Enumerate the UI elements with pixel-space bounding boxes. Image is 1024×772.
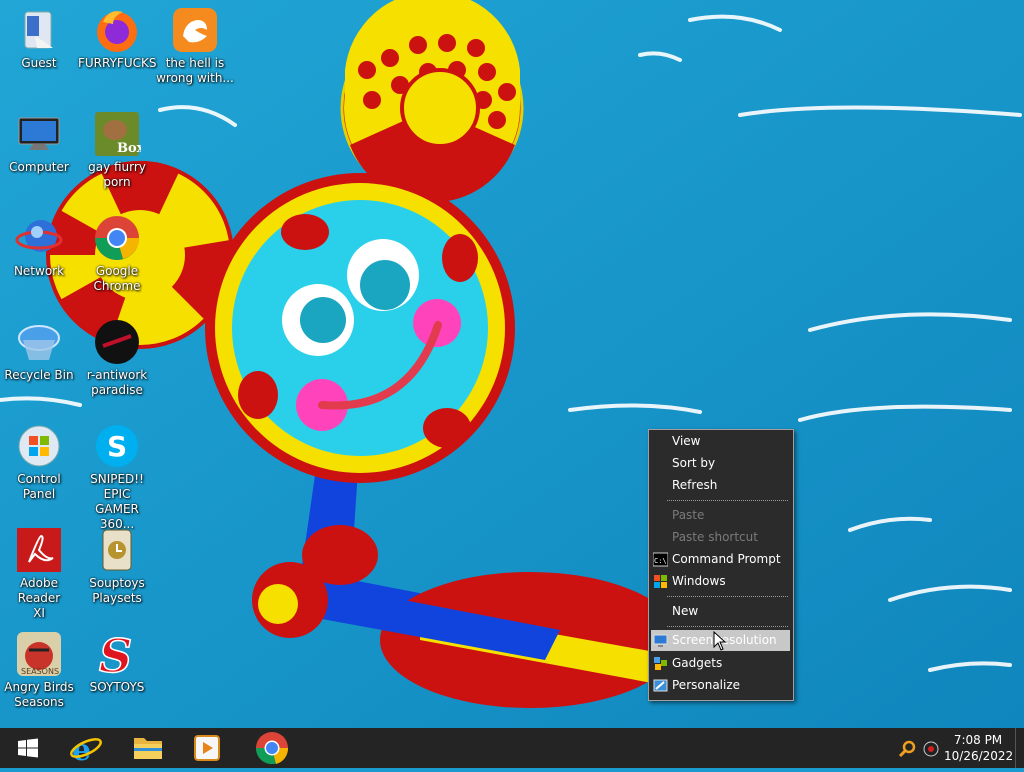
taskbar-file-explorer[interactable]: [120, 728, 176, 768]
menu-item-label: New: [672, 604, 699, 618]
desktop-icon-label: Computer: [9, 160, 69, 174]
desktop-icon-angry-birds[interactable]: SEASONS Angry Birds Seasons: [0, 626, 78, 710]
uc-browser-icon: [171, 6, 219, 54]
internet-explorer-icon: e: [70, 733, 102, 768]
system-clock[interactable]: 7:08 PM 10/26/2022: [944, 732, 1014, 764]
desktop-icon-sniped[interactable]: S SNIPED!! EPIC GAMER 360...: [78, 418, 156, 532]
desktop-icon-souptoys[interactable]: Souptoys Playsets: [78, 522, 156, 606]
menu-separator: [667, 500, 788, 501]
taskbar-internet-explorer[interactable]: e: [58, 728, 114, 768]
seasons-badge-text: SEASONS: [21, 667, 59, 676]
desktop-icon-label: FURRYFUCKS: [78, 56, 157, 70]
media-player-icon: [194, 735, 220, 761]
desktop-icon-label: Souptoys Playsets: [89, 576, 145, 605]
menu-item-gadgets[interactable]: Gadgets: [651, 653, 790, 674]
menu-item-label: Windows: [672, 574, 726, 588]
skype-icon: S: [93, 422, 141, 470]
menu-item-refresh[interactable]: Refresh: [651, 475, 790, 496]
soytoys-logo-icon: S: [93, 628, 141, 684]
menu-item-label: Paste: [672, 508, 705, 522]
start-button[interactable]: [0, 728, 56, 768]
menu-item-label: Sort by: [672, 456, 716, 470]
show-desktop-button[interactable]: [1015, 728, 1024, 768]
personalize-icon: [653, 678, 668, 693]
command-prompt-icon: C:\: [652, 552, 669, 567]
menu-item-label: Gadgets: [672, 656, 723, 670]
souptoys-can-icon: [93, 526, 141, 574]
windows-start-icon: [18, 738, 38, 758]
mouse-cursor-icon: [713, 631, 727, 651]
menu-separator: [667, 596, 788, 597]
desktop-icon-label: Network: [13, 264, 65, 278]
menu-item-paste: Paste: [651, 505, 790, 526]
menu-item-label: Refresh: [672, 478, 718, 492]
desktop-icon-label: Guest: [21, 56, 57, 70]
desktop-icon-recycle-bin[interactable]: Recycle Bin: [0, 314, 78, 383]
control-panel-icon: [15, 422, 63, 470]
command-prompt-icon-text: C:\: [654, 557, 667, 565]
menu-item-windows[interactable]: Windows: [651, 571, 790, 592]
desktop-icon-label: Adobe Reader XI: [17, 576, 61, 620]
box-game-icon: Box: [93, 110, 145, 158]
clock-date: 10/26/2022: [944, 749, 1014, 763]
menu-item-label: Personalize: [672, 678, 741, 692]
chrome-icon: [93, 214, 141, 262]
desktop-icon-network[interactable]: Network: [0, 210, 78, 279]
desktop-icon-label: r-antiwork paradise: [86, 368, 148, 397]
chrome-icon: [255, 732, 289, 765]
recycle-bin-icon: [15, 318, 63, 366]
windows-flag-icon: [653, 574, 668, 589]
menu-item-new[interactable]: New: [651, 601, 790, 622]
menu-item-label: Paste shortcut: [672, 530, 758, 544]
desktop-icon-computer[interactable]: Computer: [0, 106, 78, 175]
desktop-icon-furryfucks[interactable]: FURRYFUCKS: [78, 2, 156, 71]
file-explorer-icon: [134, 738, 162, 759]
desktop-icon-label: Control Panel: [17, 472, 61, 501]
desktop-icon-r-antiwork[interactable]: r-antiwork paradise: [78, 314, 156, 398]
desktop-icon-soytoys[interactable]: S SOYTOYS: [78, 626, 156, 695]
menu-item-view[interactable]: View: [651, 431, 790, 452]
network-globe-icon: [15, 214, 63, 262]
taskbar-media-player[interactable]: [180, 728, 236, 768]
desktop-icon-label: Google Chrome: [93, 264, 141, 293]
menu-item-sort-by[interactable]: Sort by: [651, 453, 790, 474]
menu-item-personalize[interactable]: Personalize: [651, 675, 790, 696]
desktop-icon-google-chrome[interactable]: Google Chrome: [78, 210, 156, 294]
adobe-reader-icon: [15, 526, 63, 574]
box-badge-text: Box: [117, 141, 141, 156]
firefox-icon: [93, 6, 141, 54]
user-folder-icon: [15, 6, 63, 54]
search-magnifier-icon[interactable]: [898, 740, 916, 758]
computer-icon: [15, 110, 63, 158]
svg-text:e: e: [72, 733, 91, 768]
menu-item-command-prompt[interactable]: C:\ Command Prompt: [651, 549, 790, 570]
screen-resolution-icon: [653, 633, 668, 648]
desktop-icon-label: Angry Birds Seasons: [4, 680, 74, 709]
clock-time: 7:08 PM: [953, 733, 1003, 747]
desktop-icon-label: SOYTOYS: [89, 680, 145, 694]
gadgets-icon: [653, 656, 668, 671]
menu-separator: [667, 626, 788, 627]
desktop-icon-control-panel[interactable]: Control Panel: [0, 418, 78, 502]
desktop-icon-label: gay fiurry porn: [88, 160, 146, 189]
menu-item-paste-shortcut: Paste shortcut: [651, 527, 790, 548]
angry-birds-icon: SEASONS: [15, 630, 63, 678]
menu-item-label: View: [672, 434, 701, 448]
desktop-icon-the-hell-is-wrong[interactable]: the hell is wrong with...: [156, 2, 234, 86]
taskbar-google-chrome[interactable]: [244, 728, 300, 768]
desktop-icon-adobe-reader[interactable]: Adobe Reader XI: [0, 522, 78, 621]
svg-text:S: S: [99, 630, 132, 678]
desktop-context-menu: View Sort by Refresh Paste Paste shortcu…: [648, 429, 794, 701]
desktop-icon-label: the hell is wrong with...: [156, 56, 234, 85]
svg-text:S: S: [107, 430, 127, 463]
menu-item-label: Command Prompt: [672, 552, 781, 566]
desktop-icon-label: Recycle Bin: [4, 368, 74, 382]
taskbar: e 7:08 PM 10/26/2022: [0, 728, 1024, 768]
antiwork-logo-icon: [93, 318, 141, 366]
desktop-icon-guest[interactable]: Guest: [0, 2, 78, 71]
antivirus-tray-icon[interactable]: [922, 740, 940, 758]
desktop-icon-gay-fiurry[interactable]: Box gay fiurry porn: [78, 106, 156, 190]
